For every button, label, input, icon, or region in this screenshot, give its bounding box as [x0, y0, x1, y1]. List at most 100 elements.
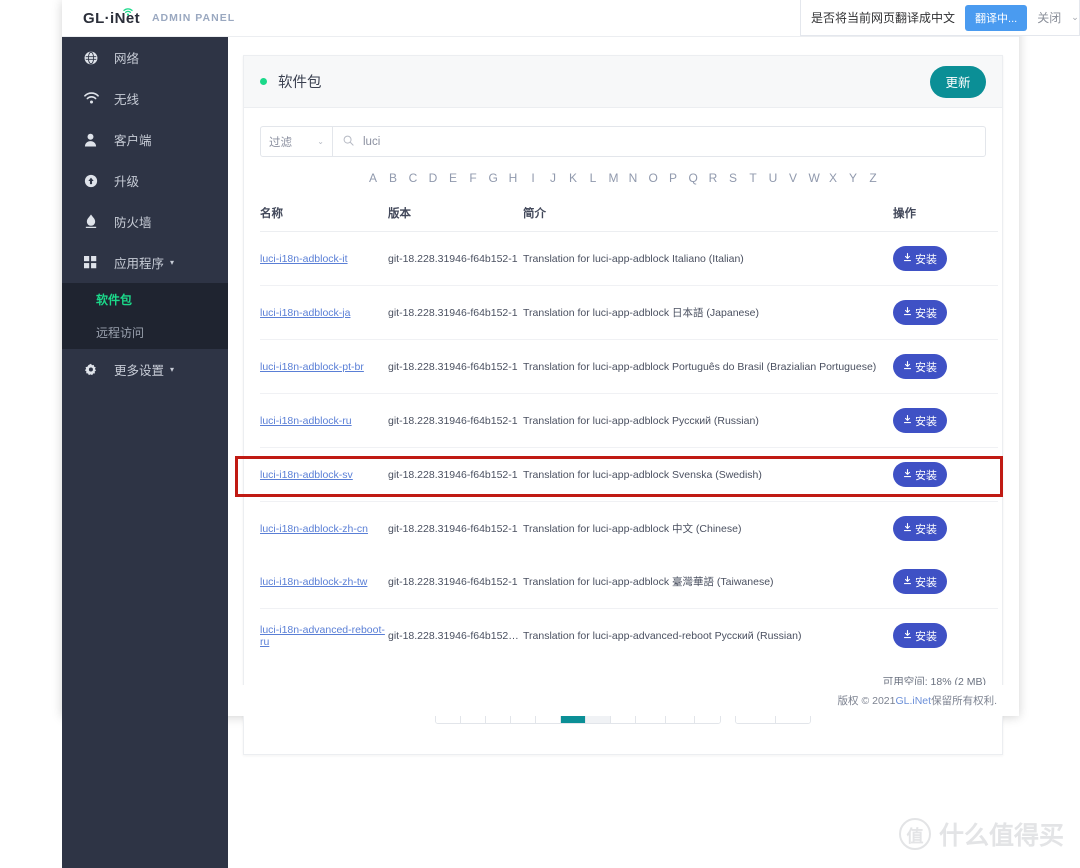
cell-action: 安装 [893, 447, 998, 502]
cell-name: luci-i18n-adblock-ja [260, 285, 388, 340]
alphabet-letter-r[interactable]: R [709, 171, 718, 185]
package-link[interactable]: luci-i18n-adblock-zh-cn [260, 523, 368, 535]
alphabet-letter-h[interactable]: H [509, 171, 518, 185]
alphabet-letter-l[interactable]: L [589, 171, 598, 185]
package-link[interactable]: luci-i18n-advanced-reboot-ru [260, 624, 385, 648]
sidebar-item-label: 客户端 [114, 134, 152, 148]
watermark: 值 什么值得买 [898, 816, 1064, 852]
status-dot-icon [260, 78, 267, 85]
alphabet-letter-w[interactable]: W [809, 171, 820, 185]
search-icon [343, 133, 354, 151]
package-link[interactable]: luci-i18n-adblock-sv [260, 469, 353, 481]
cell-description: Translation for luci-app-adblock 日本語 (Ja… [523, 285, 893, 340]
apps-icon [84, 256, 104, 269]
alphabet-letter-p[interactable]: P [669, 171, 678, 185]
sidebar-item-more-settings[interactable]: 更多设置 ▾ [62, 349, 228, 390]
alphabet-letter-a[interactable]: A [369, 171, 378, 185]
sidebar-item-wireless[interactable]: 无线 [62, 78, 228, 119]
page-title: 软件包 [278, 75, 322, 91]
install-button[interactable]: 安装 [893, 569, 947, 594]
copyright-prefix: 版权 © 2021 [837, 695, 896, 707]
install-button[interactable]: 安装 [893, 300, 947, 325]
package-link[interactable]: luci-i18n-adblock-ru [260, 415, 352, 427]
install-button[interactable]: 安装 [893, 462, 947, 487]
download-icon [903, 522, 912, 535]
package-link[interactable]: luci-i18n-adblock-pt-br [260, 361, 364, 373]
search-input[interactable] [361, 134, 975, 149]
sidebar-item-applications[interactable]: 应用程序 ▾ [62, 242, 228, 283]
cell-action: 安装 [893, 555, 998, 609]
alphabet-letter-x[interactable]: X [829, 171, 838, 185]
alphabet-letter-e[interactable]: E [449, 171, 458, 185]
alphabet-letter-u[interactable]: U [769, 171, 778, 185]
alphabet-letter-g[interactable]: G [489, 171, 498, 185]
alphabet-letter-c[interactable]: C [409, 171, 418, 185]
translate-button[interactable]: 翻译中... [965, 4, 1028, 31]
sidebar: 网络 无线 客户端 升级 防火墙 应用程序 ▾ 软件包 远程访问 更多设置 ▾ [62, 37, 228, 868]
cell-action: 安装 [893, 609, 998, 663]
card-header: 软件包 更新 [244, 56, 1002, 108]
alphabet-letter-m[interactable]: M [609, 171, 619, 185]
install-button[interactable]: 安装 [893, 516, 947, 541]
download-icon [903, 629, 912, 642]
alphabet-letter-j[interactable]: J [549, 171, 558, 185]
alphabet-letter-t[interactable]: T [749, 171, 758, 185]
sidebar-subitem-remote-access[interactable]: 远程访问 [62, 316, 228, 349]
sidebar-item-label: 防火墙 [114, 216, 152, 230]
cell-description: Translation for luci-app-advanced-reboot… [523, 629, 802, 642]
column-header-version: 版本 [388, 195, 523, 232]
alphabet-letter-q[interactable]: Q [689, 171, 698, 185]
download-icon [903, 306, 912, 319]
update-button[interactable]: 更新 [930, 65, 986, 98]
cell-description: Translation for luci-app-adblock Italian… [523, 231, 893, 286]
package-link[interactable]: luci-i18n-adblock-it [260, 253, 348, 265]
firewall-icon [84, 214, 104, 229]
cell-name: luci-i18n-adblock-zh-cn [260, 502, 388, 556]
sidebar-item-network[interactable]: 网络 [62, 37, 228, 78]
admin-panel-label: ADMIN PANEL [151, 12, 236, 24]
alphabet-letter-z[interactable]: Z [869, 171, 878, 185]
alphabet-letter-f[interactable]: F [469, 171, 478, 185]
search-row: 过滤 ⌄ [260, 126, 986, 157]
table-header-row: 名称 版本 简介 操作 [260, 195, 998, 232]
cell-version: git-18.228.31946-f64b152-1 [388, 393, 523, 448]
sidebar-item-clients[interactable]: 客户端 [62, 119, 228, 160]
alphabet-letter-y[interactable]: Y [849, 171, 858, 185]
column-header-name: 名称 [260, 195, 388, 232]
cell-version: git-18.228.31946-f64b152-1 [388, 447, 523, 502]
table-row: luci-i18n-adblock-zh-cn git-18.228.31946-… [260, 502, 998, 556]
alphabet-letter-s[interactable]: S [729, 171, 738, 185]
sidebar-item-upgrade[interactable]: 升级 [62, 160, 228, 201]
cell-name: luci-i18n-adblock-pt-br [260, 339, 388, 394]
cell-description: Translation for luci-app-adblock 臺灣華語 (T… [523, 555, 893, 609]
alphabet-filter: ABCDEFGHIJKLMNOPQRSTUVWXYZ [260, 171, 986, 185]
translate-close-button[interactable]: 关闭 [1037, 9, 1061, 26]
alphabet-letter-o[interactable]: O [649, 171, 658, 185]
install-button[interactable]: 安装 [893, 408, 947, 433]
alphabet-letter-v[interactable]: V [789, 171, 798, 185]
chevron-down-icon: ▾ [170, 258, 175, 267]
package-link[interactable]: luci-i18n-adblock-ja [260, 307, 350, 319]
filter-select[interactable]: 过滤 ⌄ [261, 127, 333, 156]
install-button[interactable]: 安装 [893, 623, 947, 648]
sidebar-item-firewall[interactable]: 防火墙 [62, 201, 228, 242]
chevron-down-icon[interactable]: ⌄ [1071, 12, 1079, 23]
package-link[interactable]: luci-i18n-adblock-zh-tw [260, 576, 367, 588]
alphabet-letter-d[interactable]: D [429, 171, 438, 185]
alphabet-letter-n[interactable]: N [629, 171, 638, 185]
table-row: luci-i18n-adblock-it git-18.228.31946-f64… [260, 231, 998, 286]
install-button[interactable]: 安装 [893, 246, 947, 271]
sidebar-subitem-packages[interactable]: 软件包 [62, 283, 228, 316]
table-row: luci-i18n-adblock-zh-tw git-18.228.31946-… [260, 555, 998, 609]
alphabet-letter-i[interactable]: I [529, 171, 538, 185]
cell-version: git-18.228.31946-f64b152-1 [388, 285, 523, 340]
alphabet-letter-k[interactable]: K [569, 171, 578, 185]
install-button[interactable]: 安装 [893, 354, 947, 379]
download-icon [903, 575, 912, 588]
brand-logo: GL·iNet [83, 7, 140, 27]
alphabet-letter-b[interactable]: B [389, 171, 398, 185]
cell-version: git-18.228.31946-f64b152-1 [388, 522, 518, 535]
footer-brand-link[interactable]: GL.iNet [895, 695, 931, 707]
install-button-label: 安装 [915, 415, 937, 428]
cell-version: git-18.228.31946-f64b152-1 [388, 339, 523, 394]
